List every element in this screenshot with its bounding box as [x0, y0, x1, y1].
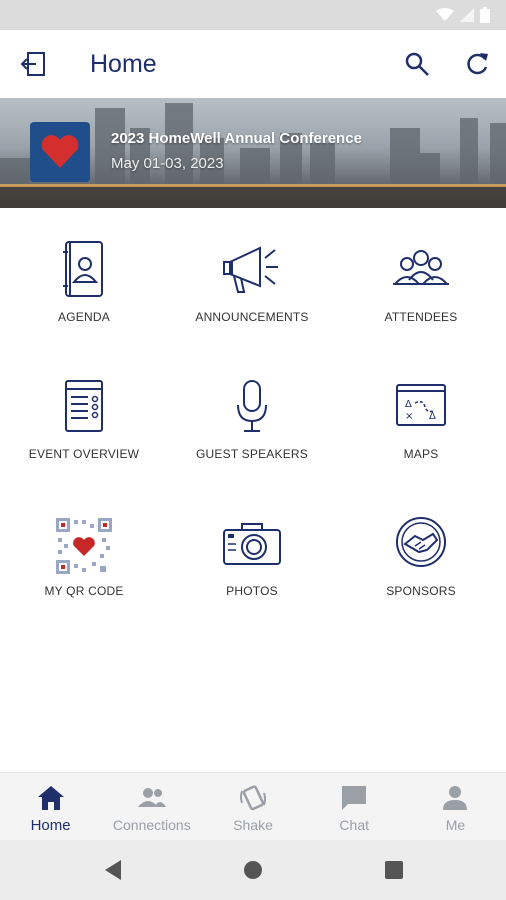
wifi-icon [436, 8, 454, 21]
tile-label: SPONSORS [386, 584, 456, 598]
bottom-nav: Home Connections Shake Chat Me [0, 772, 506, 841]
svg-text:×: × [405, 411, 413, 422]
tile-label: AGENDA [58, 310, 110, 324]
event-overview-icon [65, 380, 103, 432]
search-icon[interactable] [403, 50, 431, 78]
back-triangle-icon[interactable] [101, 858, 125, 882]
nav-label: Me [445, 817, 466, 833]
recents-square-icon[interactable] [382, 858, 406, 882]
home-icon [37, 786, 64, 810]
tile-label: GUEST SPEAKERS [196, 447, 308, 461]
tile-agenda[interactable]: AGENDA [0, 240, 168, 360]
event-dates: May 01-03, 2023 [111, 155, 224, 172]
tile-announcements[interactable]: ANNOUNCEMENTS [168, 240, 336, 360]
tile-sponsors[interactable]: SPONSORS [337, 514, 505, 634]
tile-label: MY QR CODE [44, 584, 124, 598]
nav-label: Connections [112, 817, 191, 833]
heart-icon [41, 135, 79, 168]
tile-label: ANNOUNCEMENTS [195, 310, 309, 324]
event-banner[interactable]: 2023 HomeWell Annual Conference May 01-0… [0, 98, 506, 208]
camera-icon [223, 523, 281, 565]
tile-event-overview[interactable]: EVENT OVERVIEW [0, 377, 168, 497]
refresh-icon[interactable] [463, 50, 491, 78]
system-nav-bar [0, 840, 506, 900]
nav-label: Shake [233, 817, 273, 833]
qr-code-icon [56, 518, 112, 574]
handshake-icon [396, 517, 446, 567]
nav-shake[interactable]: Shake [202, 773, 303, 841]
page-title: Home [90, 50, 157, 78]
nav-label: Home [30, 817, 71, 834]
nav-connections[interactable]: Connections [101, 773, 202, 841]
agenda-icon [63, 241, 103, 297]
status-bar [0, 0, 506, 30]
people-icon [137, 788, 166, 807]
event-title: 2023 HomeWell Annual Conference [111, 130, 362, 147]
svg-text:Δ: Δ [429, 411, 436, 422]
nav-label: Chat [339, 817, 369, 833]
tile-label: ATTENDEES [384, 310, 458, 324]
nav-chat[interactable]: Chat [304, 773, 405, 841]
tile-my-qr-code[interactable]: MY QR CODE [0, 514, 168, 634]
battery-icon [480, 7, 490, 23]
nav-me[interactable]: Me [405, 773, 506, 841]
svg-text:Δ: Δ [405, 399, 412, 410]
tile-photos[interactable]: PHOTOS [168, 514, 336, 634]
tile-label: PHOTOS [226, 584, 278, 598]
tile-label: EVENT OVERVIEW [28, 447, 140, 461]
tile-label: MAPS [403, 447, 439, 461]
home-circle-icon[interactable] [241, 858, 265, 882]
tile-guest-speakers[interactable]: GUEST SPEAKERS [168, 377, 336, 497]
person-icon [443, 786, 468, 810]
nav-home[interactable]: Home [0, 773, 101, 841]
megaphone-icon [223, 246, 278, 293]
map-icon: Δ × Δ [396, 384, 446, 426]
shake-icon [240, 785, 266, 811]
tile-maps[interactable]: Δ × Δ MAPS [337, 377, 505, 497]
signal-icon [460, 8, 474, 22]
tile-attendees[interactable]: ATTENDEES [337, 240, 505, 360]
event-logo [30, 122, 90, 182]
chat-icon [342, 786, 367, 810]
attendees-icon [393, 250, 449, 285]
microphone-icon [237, 380, 267, 432]
app-bar: Home [0, 30, 506, 98]
logout-icon[interactable] [20, 50, 48, 78]
